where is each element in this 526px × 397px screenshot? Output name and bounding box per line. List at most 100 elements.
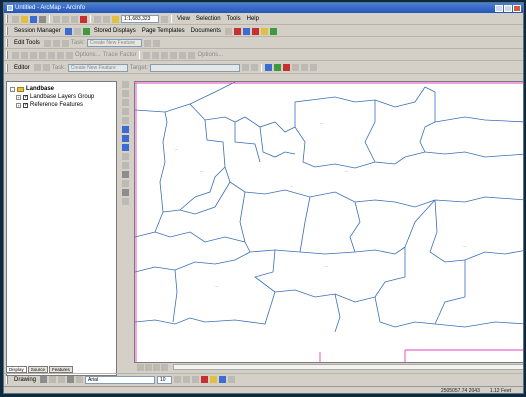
edit-tool-6[interactable] xyxy=(310,64,318,71)
fixed-zoom-in-icon[interactable] xyxy=(122,99,129,106)
edit-tool-1[interactable] xyxy=(265,64,273,71)
pause-icon[interactable] xyxy=(161,363,168,371)
topo-icon-5[interactable] xyxy=(48,51,55,59)
editor-arrow-icon[interactable] xyxy=(33,64,41,71)
refresh-icon[interactable] xyxy=(153,363,160,371)
target-combo[interactable] xyxy=(150,63,241,72)
rotate-element-icon[interactable] xyxy=(49,376,57,383)
back-extent-icon[interactable] xyxy=(122,135,129,142)
edit-tool-5[interactable] xyxy=(301,64,309,71)
measure-icon[interactable] xyxy=(122,198,129,205)
map-scale-combo[interactable]: 1:1,683,323 xyxy=(121,15,159,23)
fill-color-icon[interactable] xyxy=(210,376,218,383)
tab-display[interactable]: Display xyxy=(6,366,27,373)
target-dropdown-icon[interactable] xyxy=(143,39,151,47)
undo-icon[interactable] xyxy=(94,15,101,23)
cogo-icon-5[interactable] xyxy=(179,51,187,59)
cogo-icon-6[interactable] xyxy=(188,51,196,59)
session-icon[interactable] xyxy=(64,27,72,35)
map-display[interactable]: — — — — — — — — — xyxy=(134,81,523,363)
trace-factor-label[interactable]: Trace Factor xyxy=(103,52,137,58)
menu-tools[interactable]: Tools xyxy=(225,16,243,22)
topo-icon-2[interactable] xyxy=(21,51,28,59)
markup-icon[interactable] xyxy=(252,27,260,35)
toc-item[interactable]: + Reference Features xyxy=(10,101,113,109)
zoom-out-icon[interactable] xyxy=(122,90,129,97)
add-data-icon[interactable] xyxy=(112,15,119,23)
bold-icon[interactable] xyxy=(174,376,182,383)
horizontal-scrollbar[interactable] xyxy=(173,364,523,370)
text-tool-icon[interactable] xyxy=(67,376,75,383)
topo-icon-3[interactable] xyxy=(30,51,37,59)
identify-icon[interactable] xyxy=(270,27,278,35)
edit-tool-4[interactable] xyxy=(292,64,300,71)
vertex-icon[interactable] xyxy=(52,39,60,47)
save-icon[interactable] xyxy=(30,15,37,23)
layout-view-icon[interactable] xyxy=(145,363,152,371)
menu-help[interactable]: Help xyxy=(245,16,261,22)
tab-features[interactable]: Features xyxy=(49,366,73,373)
editor-sketch-icon[interactable] xyxy=(42,64,50,71)
sync-icon[interactable] xyxy=(73,27,81,35)
topo-icon-6[interactable] xyxy=(57,51,64,59)
tool-icon[interactable] xyxy=(225,27,233,35)
find-icon[interactable] xyxy=(122,189,129,196)
redo-icon[interactable] xyxy=(103,15,110,23)
toc-item[interactable]: + Landbase Layers Group xyxy=(10,93,113,101)
full-extent-icon[interactable] xyxy=(122,126,129,133)
identify-tool-icon[interactable] xyxy=(122,180,129,187)
pointer-icon[interactable] xyxy=(122,171,129,178)
paste-icon[interactable] xyxy=(71,15,78,23)
delete-icon[interactable] xyxy=(80,15,87,23)
stored-displays-menu[interactable]: Stored Displays xyxy=(92,28,138,34)
sketch-icon[interactable] xyxy=(61,39,69,47)
cogo-icon-3[interactable] xyxy=(161,51,169,59)
zoom-in-icon[interactable] xyxy=(122,81,129,88)
redline-icon[interactable] xyxy=(234,27,242,35)
session-manager-menu[interactable]: Session Manager xyxy=(12,28,63,34)
underline-icon[interactable] xyxy=(192,376,200,383)
line-color-icon[interactable] xyxy=(219,376,227,383)
menu-selection[interactable]: Selection xyxy=(194,16,223,22)
edit-arrow-icon[interactable] xyxy=(43,39,51,47)
close-button[interactable] xyxy=(513,4,521,12)
forward-extent-icon[interactable] xyxy=(122,144,129,151)
options-label[interactable]: Options... xyxy=(75,52,101,58)
cut-icon[interactable] xyxy=(53,15,60,23)
topo-icon-4[interactable] xyxy=(39,51,46,59)
copy-icon[interactable] xyxy=(62,15,69,23)
scale-dropdown-icon[interactable] xyxy=(161,15,168,23)
drawing-menu[interactable]: Drawing xyxy=(12,377,38,383)
rotate-icon[interactable] xyxy=(251,64,259,71)
maximize-button[interactable] xyxy=(504,4,512,12)
pan-icon[interactable] xyxy=(122,117,129,124)
attributes-icon[interactable] xyxy=(152,39,160,47)
task-combo[interactable]: Create New Feature xyxy=(86,39,142,47)
toc-root[interactable]: - Landbase xyxy=(10,85,113,93)
options-label-2[interactable]: Options... xyxy=(197,52,223,58)
menu-view[interactable]: View xyxy=(175,16,192,22)
edit-tool-2[interactable] xyxy=(274,64,282,71)
cogo-icon-2[interactable] xyxy=(152,51,160,59)
data-view-icon[interactable] xyxy=(137,363,144,371)
font-size-combo[interactable]: 10 xyxy=(157,375,173,384)
fixed-zoom-out-icon[interactable] xyxy=(122,108,129,115)
rectangle-icon[interactable] xyxy=(58,376,66,383)
layer-icon[interactable] xyxy=(243,27,251,35)
edit-tools-menu[interactable]: Edit Tools xyxy=(12,40,42,46)
italic-icon[interactable] xyxy=(183,376,191,383)
cogo-icon-1[interactable] xyxy=(143,51,151,59)
split-icon[interactable] xyxy=(242,64,250,71)
cogo-icon-4[interactable] xyxy=(170,51,178,59)
font-color-icon[interactable] xyxy=(201,376,209,383)
topo-icon-7[interactable] xyxy=(66,51,73,59)
page-templates-menu[interactable]: Page Templates xyxy=(140,28,187,34)
select-elements-icon[interactable] xyxy=(122,162,129,169)
topo-icon-1[interactable] xyxy=(12,51,19,59)
layer-checkbox[interactable] xyxy=(23,94,28,100)
layer-checkbox[interactable] xyxy=(23,102,28,108)
font-combo[interactable]: Arial xyxy=(85,375,156,384)
editor-menu[interactable]: Editor xyxy=(12,65,32,71)
new-icon[interactable] xyxy=(12,15,19,23)
pencil-icon[interactable] xyxy=(261,27,269,35)
